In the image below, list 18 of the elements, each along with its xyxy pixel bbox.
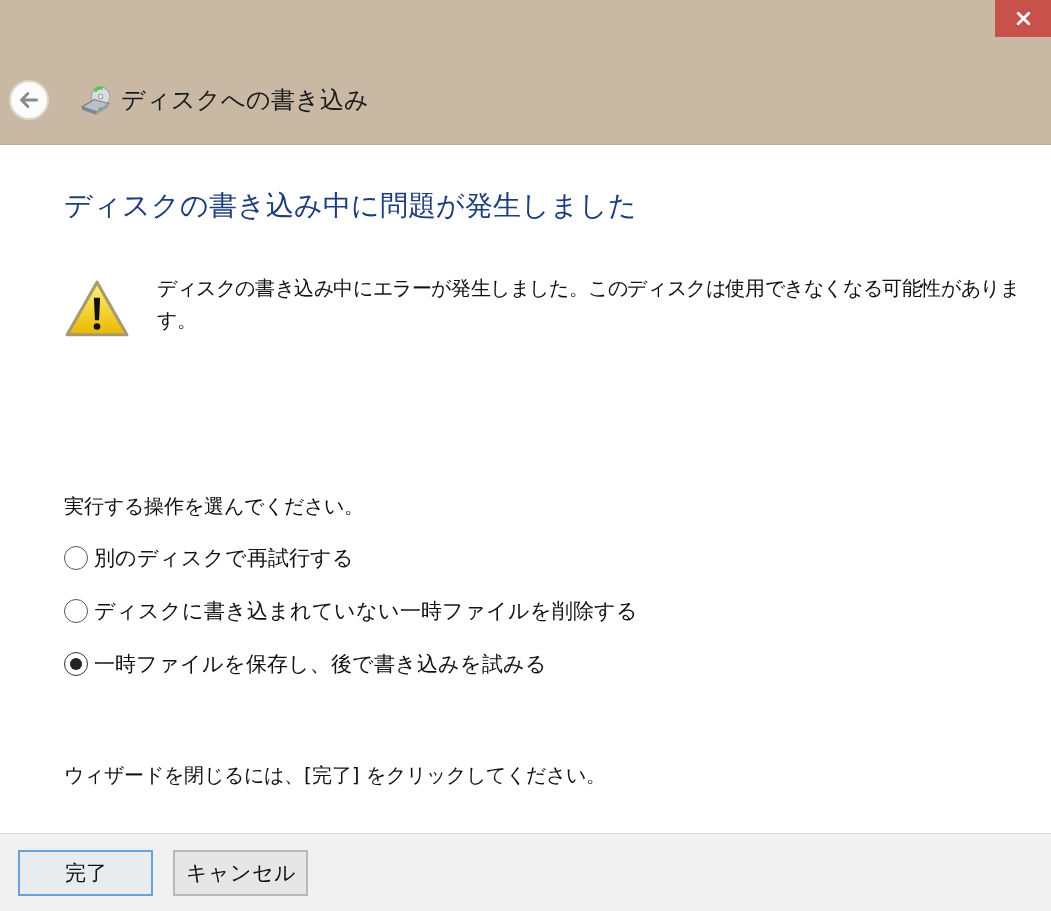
finish-button[interactable]: 完了 xyxy=(18,849,153,896)
back-button[interactable] xyxy=(9,80,49,120)
warning-icon xyxy=(64,279,130,339)
error-heading: ディスクの書き込み中に問題が発生しました xyxy=(64,188,638,224)
option-label[interactable]: ディスクに書き込まれていない一時ファイルを削除する xyxy=(94,597,638,625)
radio-button[interactable] xyxy=(64,546,88,570)
disc-drive-icon xyxy=(80,85,113,115)
hint-text: ウィザードを閉じるには、[完了] をクリックしてください。 xyxy=(64,762,607,789)
radio-button[interactable] xyxy=(64,652,88,676)
error-message: ディスクの書き込み中にエラーが発生しました。このディスクは使用できなくなる可能性があります。 xyxy=(157,276,1021,334)
radio-button[interactable] xyxy=(64,599,88,623)
close-button[interactable] xyxy=(995,0,1051,37)
cancel-button[interactable]: キャンセル xyxy=(173,849,308,896)
option-label[interactable]: 別のディスクで再試行する xyxy=(94,544,354,572)
prompt-text: 実行する操作を選んでください。 xyxy=(64,493,365,520)
window-title: ディスクへの書き込み xyxy=(121,85,369,116)
close-icon xyxy=(1014,10,1032,27)
option-label[interactable]: 一時ファイルを保存し、後で書き込みを試みる xyxy=(94,650,547,678)
